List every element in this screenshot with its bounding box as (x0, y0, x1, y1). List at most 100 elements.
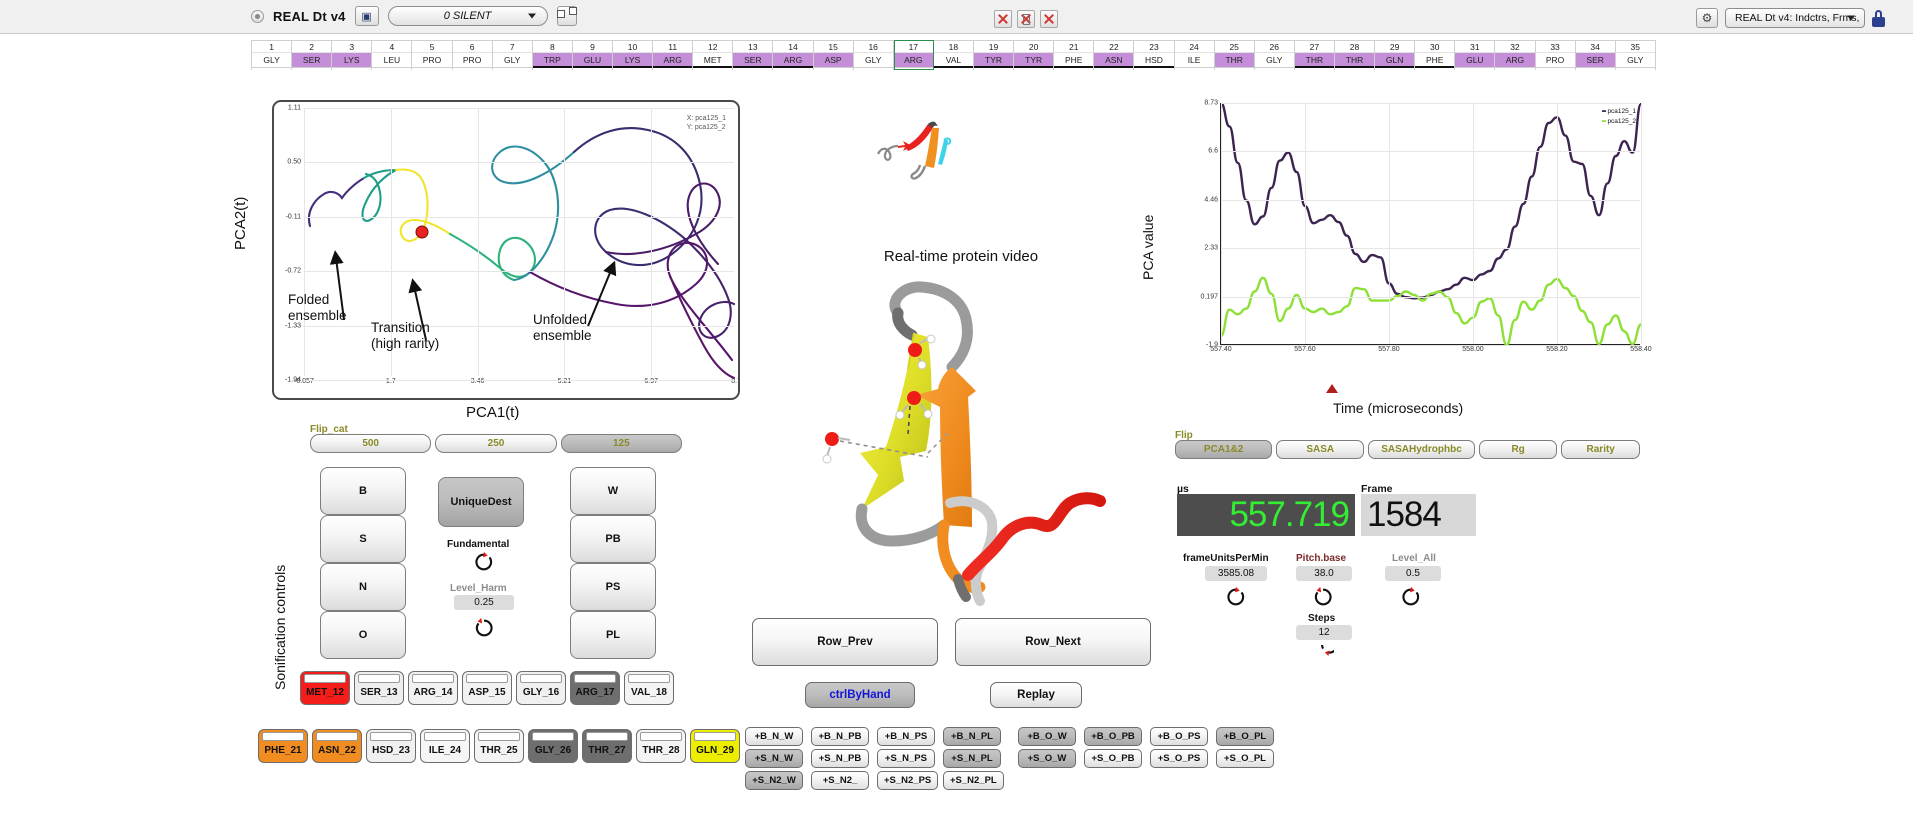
pca-scatter-panel[interactable]: X: pca125_1 Y: pca125_2 -0.057 1.7 3.46 5.2… (272, 100, 740, 400)
residue-cell-31[interactable]: 31 GLU (1455, 40, 1496, 70)
duplicate-icon[interactable] (556, 6, 577, 26)
sonif-button-N[interactable]: N (320, 563, 406, 611)
fundamental-knob[interactable] (473, 551, 495, 573)
mini-button-plus-B_O_PS[interactable]: +B_O_PS (1150, 727, 1208, 746)
lock-icon[interactable] (1872, 9, 1885, 27)
residue-cell-11[interactable]: 11 ARG (653, 40, 694, 70)
mini-button-plus-S_N2_[interactable]: +S_N2_ (811, 771, 869, 790)
residue-cell-14[interactable]: 14 ARG (773, 40, 814, 70)
frame-units-per-min-value[interactable]: 3585.08 (1205, 566, 1267, 581)
mini-button-plus-B_O_PL[interactable]: +B_O_PL (1216, 727, 1274, 746)
frame-units-per-min-knob[interactable] (1225, 586, 1247, 608)
microseconds-display[interactable]: 557.719 (1177, 494, 1355, 536)
level-harm-knob[interactable] (473, 617, 495, 639)
sonif-button-PB[interactable]: PB (570, 515, 656, 563)
preset-dropdown[interactable]: 0 SILENT (387, 6, 548, 26)
mini-button-plus-S_N_PL[interactable]: +S_N_PL (943, 749, 1001, 768)
residue-cell-29[interactable]: 29 GLN (1375, 40, 1416, 70)
residue-toggle-GLN_29[interactable]: GLN_29 (690, 729, 740, 763)
flip-cat-option-250[interactable]: 250 (435, 434, 557, 453)
residue-cell-19[interactable]: 19 TYR (973, 40, 1015, 70)
residue-cell-34[interactable]: 34 SER (1575, 40, 1616, 70)
unique-dest-button[interactable]: UniqueDest (438, 477, 524, 527)
level-all-knob[interactable] (1400, 586, 1422, 608)
residue-cell-17[interactable]: 17 ARG (893, 40, 934, 70)
mini-button-plus-B_N_W[interactable]: +B_N_W (745, 727, 803, 746)
residue-cell-12[interactable]: 12 MET (693, 40, 734, 70)
level-all-value[interactable]: 0.5 (1385, 566, 1441, 581)
residue-toggle-ARG_17[interactable]: ARG_17 (570, 671, 620, 705)
sonif-button-PS[interactable]: PS (570, 563, 656, 611)
sonif-button-B[interactable]: B (320, 467, 406, 515)
flip-tab-SASA[interactable]: SASA (1276, 440, 1365, 459)
residue-cell-8[interactable]: 8 TRP (532, 40, 573, 70)
mini-button-plus-S_N_W[interactable]: +S_N_W (745, 749, 803, 768)
flip-tab-SASAHydrophbc[interactable]: SASAHydrophbc (1368, 440, 1475, 459)
residue-cell-30[interactable]: 30 PHE (1415, 40, 1456, 70)
mini-button-plus-S_N_PB[interactable]: +S_N_PB (811, 749, 869, 768)
mini-button-plus-S_N2_PL[interactable]: +S_N2_PL (943, 771, 1004, 790)
mini-button-plus-S_O_PB[interactable]: +S_O_PB (1084, 749, 1142, 768)
pitch-base-knob[interactable] (1312, 586, 1334, 608)
mini-button-plus-B_O_W[interactable]: +B_O_W (1018, 727, 1076, 746)
residue-cell-28[interactable]: 28 THR (1334, 40, 1376, 70)
mini-button-plus-S_O_W[interactable]: +S_O_W (1018, 749, 1076, 768)
sonif-button-W[interactable]: W (570, 467, 656, 515)
residue-toggle-ARG_14[interactable]: ARG_14 (408, 671, 458, 705)
flip-tab-Rarity[interactable]: Rarity (1561, 440, 1640, 459)
mini-button-plus-B_N_PS[interactable]: +B_N_PS (877, 727, 935, 746)
steps-knob[interactable] (1312, 645, 1334, 667)
close-x-1-icon[interactable] (994, 10, 1012, 28)
sonif-button-O[interactable]: O (320, 611, 406, 659)
row-next-button[interactable]: Row_Next (955, 618, 1151, 666)
residue-toggle-THR_25[interactable]: THR_25 (474, 729, 524, 763)
replay-button[interactable]: Replay (990, 682, 1082, 708)
residue-toggle-GLY_16[interactable]: GLY_16 (516, 671, 566, 705)
mini-button-plus-S_N2_W[interactable]: +S_N2_W (745, 771, 803, 790)
ts-playhead-marker[interactable] (1326, 384, 1338, 393)
close-x-2-icon[interactable] (1017, 10, 1035, 28)
flip-tab-PCA1and2[interactable]: PCA1&2 (1175, 440, 1273, 459)
residue-cell-27[interactable]: 27 THR (1294, 40, 1335, 70)
residue-cell-32[interactable]: 32 ARG (1495, 40, 1536, 70)
residue-cell-5[interactable]: 5 PRO (412, 40, 453, 70)
residue-cell-23[interactable]: 23 HSD (1134, 40, 1175, 70)
close-x-3-icon[interactable] (1040, 10, 1058, 28)
steps-value[interactable]: 12 (1296, 625, 1352, 640)
residue-cell-18[interactable]: 18 VAL (933, 40, 974, 70)
residue-cell-16[interactable]: 16 GLY (853, 40, 894, 70)
mini-button-plus-B_N_PL[interactable]: +B_N_PL (943, 727, 1001, 746)
residue-toggle-ILE_24[interactable]: ILE_24 (420, 729, 470, 763)
residue-cell-1[interactable]: 1 GLY (251, 40, 293, 70)
mini-button-plus-S_O_PS[interactable]: +S_O_PS (1150, 749, 1208, 768)
residue-cell-22[interactable]: 22 ASN (1094, 40, 1135, 70)
flip-cat-option-125[interactable]: 125 (560, 434, 682, 453)
flip-cat-option-500[interactable]: 500 (310, 434, 432, 453)
flip-tab-Rg[interactable]: Rg (1478, 440, 1558, 459)
residue-toggle-GLY_26[interactable]: GLY_26 (528, 729, 578, 763)
protein-ribbon-render[interactable] (800, 275, 1120, 615)
residue-toggle-ASN_22[interactable]: ASN_22 (312, 729, 362, 763)
residue-cell-13[interactable]: 13 SER (733, 40, 774, 70)
residue-cell-4[interactable]: 4 LEU (372, 40, 413, 70)
row-prev-button[interactable]: Row_Prev (752, 618, 938, 666)
residue-toggle-MET_12[interactable]: MET_12 (300, 671, 350, 705)
ctrl-by-hand-button[interactable]: ctrlByHand (805, 682, 915, 708)
residue-cell-15[interactable]: 15 ASP (813, 40, 854, 70)
disclosure-triangle-icon[interactable] (251, 9, 264, 23)
sonif-button-PL[interactable]: PL (570, 611, 656, 659)
residue-toggle-THR_27[interactable]: THR_27 (582, 729, 632, 763)
frame-display[interactable]: 1584 (1361, 494, 1476, 536)
residue-cell-35[interactable]: 35 GLY (1615, 40, 1656, 70)
residue-cell-7[interactable]: 7 GLY (492, 40, 533, 70)
residue-cell-33[interactable]: 33 PRO (1535, 40, 1576, 70)
residue-cell-25[interactable]: 25 THR (1214, 40, 1255, 70)
ts-chart-plot-area[interactable]: ••• pca125_1 ••• pca125_2 557.40 557.60 557.8… (1200, 100, 1651, 354)
window-selector-dropdown[interactable]: REAL Dt v4: Indctrs, Frms, (1725, 8, 1865, 28)
residue-cell-20[interactable]: 20 TYR (1014, 40, 1055, 70)
gear-icon[interactable]: ⚙ (1696, 8, 1718, 28)
residue-cell-6[interactable]: 6 PRO (452, 40, 493, 70)
pitch-base-value[interactable]: 38.0 (1296, 566, 1352, 581)
residue-cell-3[interactable]: 3 LYS (332, 40, 373, 70)
mini-button-plus-S_N_PS[interactable]: +S_N_PS (877, 749, 935, 768)
